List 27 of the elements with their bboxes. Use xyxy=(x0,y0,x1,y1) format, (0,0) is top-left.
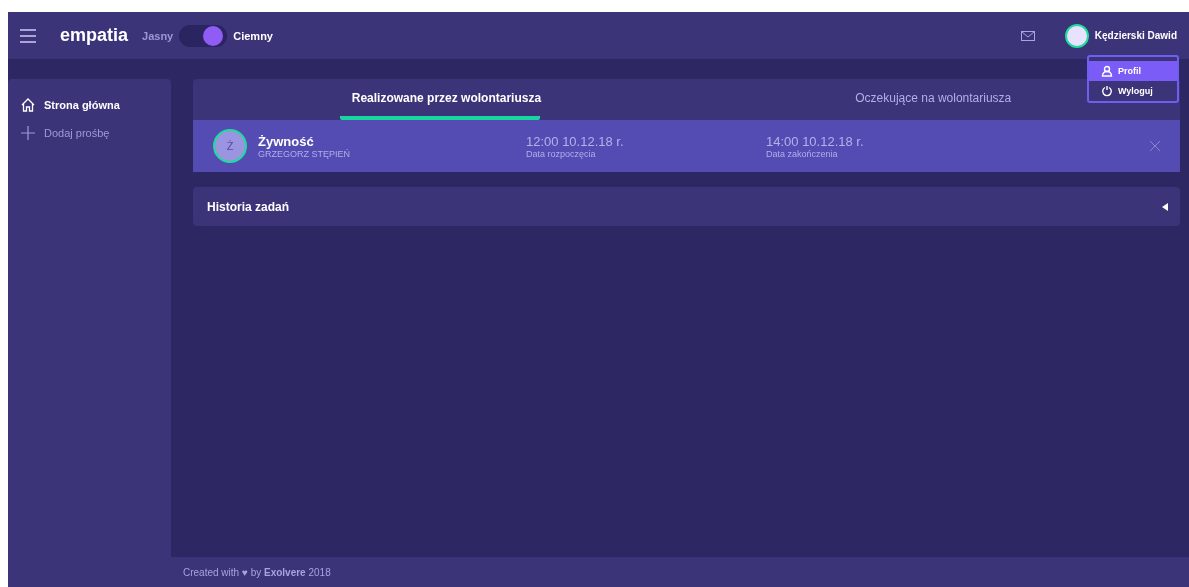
avatar: Ż xyxy=(213,129,247,163)
brand-logo: empatia xyxy=(60,25,129,46)
task-person: GRZEGORZ STĘPIEŃ xyxy=(258,148,351,159)
toggle-label: Ciemny xyxy=(233,29,273,42)
menu-icon[interactable] xyxy=(20,28,36,43)
footer-text: Created with ♥ by Exolvere 2018 xyxy=(183,566,331,578)
end-time: 14:00 10.12.18 r. xyxy=(766,133,865,149)
toggle-label: Jasny xyxy=(142,29,174,42)
user-name[interactable]: Kędzierski Dawid xyxy=(1094,30,1177,41)
home-icon xyxy=(20,97,36,113)
history-title: Historia zadań xyxy=(207,199,291,214)
start-label: Data rozpoczęcia xyxy=(526,148,597,159)
mail-icon[interactable] xyxy=(1020,30,1035,41)
tab[interactable]: Oczekujące na wolontariusza xyxy=(833,79,1034,120)
sidebar-item[interactable]: Strona główna xyxy=(20,97,171,113)
avatar[interactable] xyxy=(1064,23,1089,48)
user-icon xyxy=(1101,65,1113,77)
plus-icon xyxy=(20,125,36,141)
sidebar-item[interactable]: Dodaj prośbę xyxy=(20,125,171,141)
task-title: Żywność xyxy=(258,133,315,149)
end-label: Data zakończenia xyxy=(766,148,839,159)
theme-switch[interactable] xyxy=(179,24,228,47)
menu-item[interactable]: Wyloguj xyxy=(1089,81,1177,101)
menu-item[interactable]: Profil xyxy=(1089,61,1177,81)
history-panel[interactable]: Historia zadań xyxy=(193,187,1180,226)
start-time: 12:00 10.12.18 r. xyxy=(526,133,625,149)
power-icon xyxy=(1101,85,1113,97)
